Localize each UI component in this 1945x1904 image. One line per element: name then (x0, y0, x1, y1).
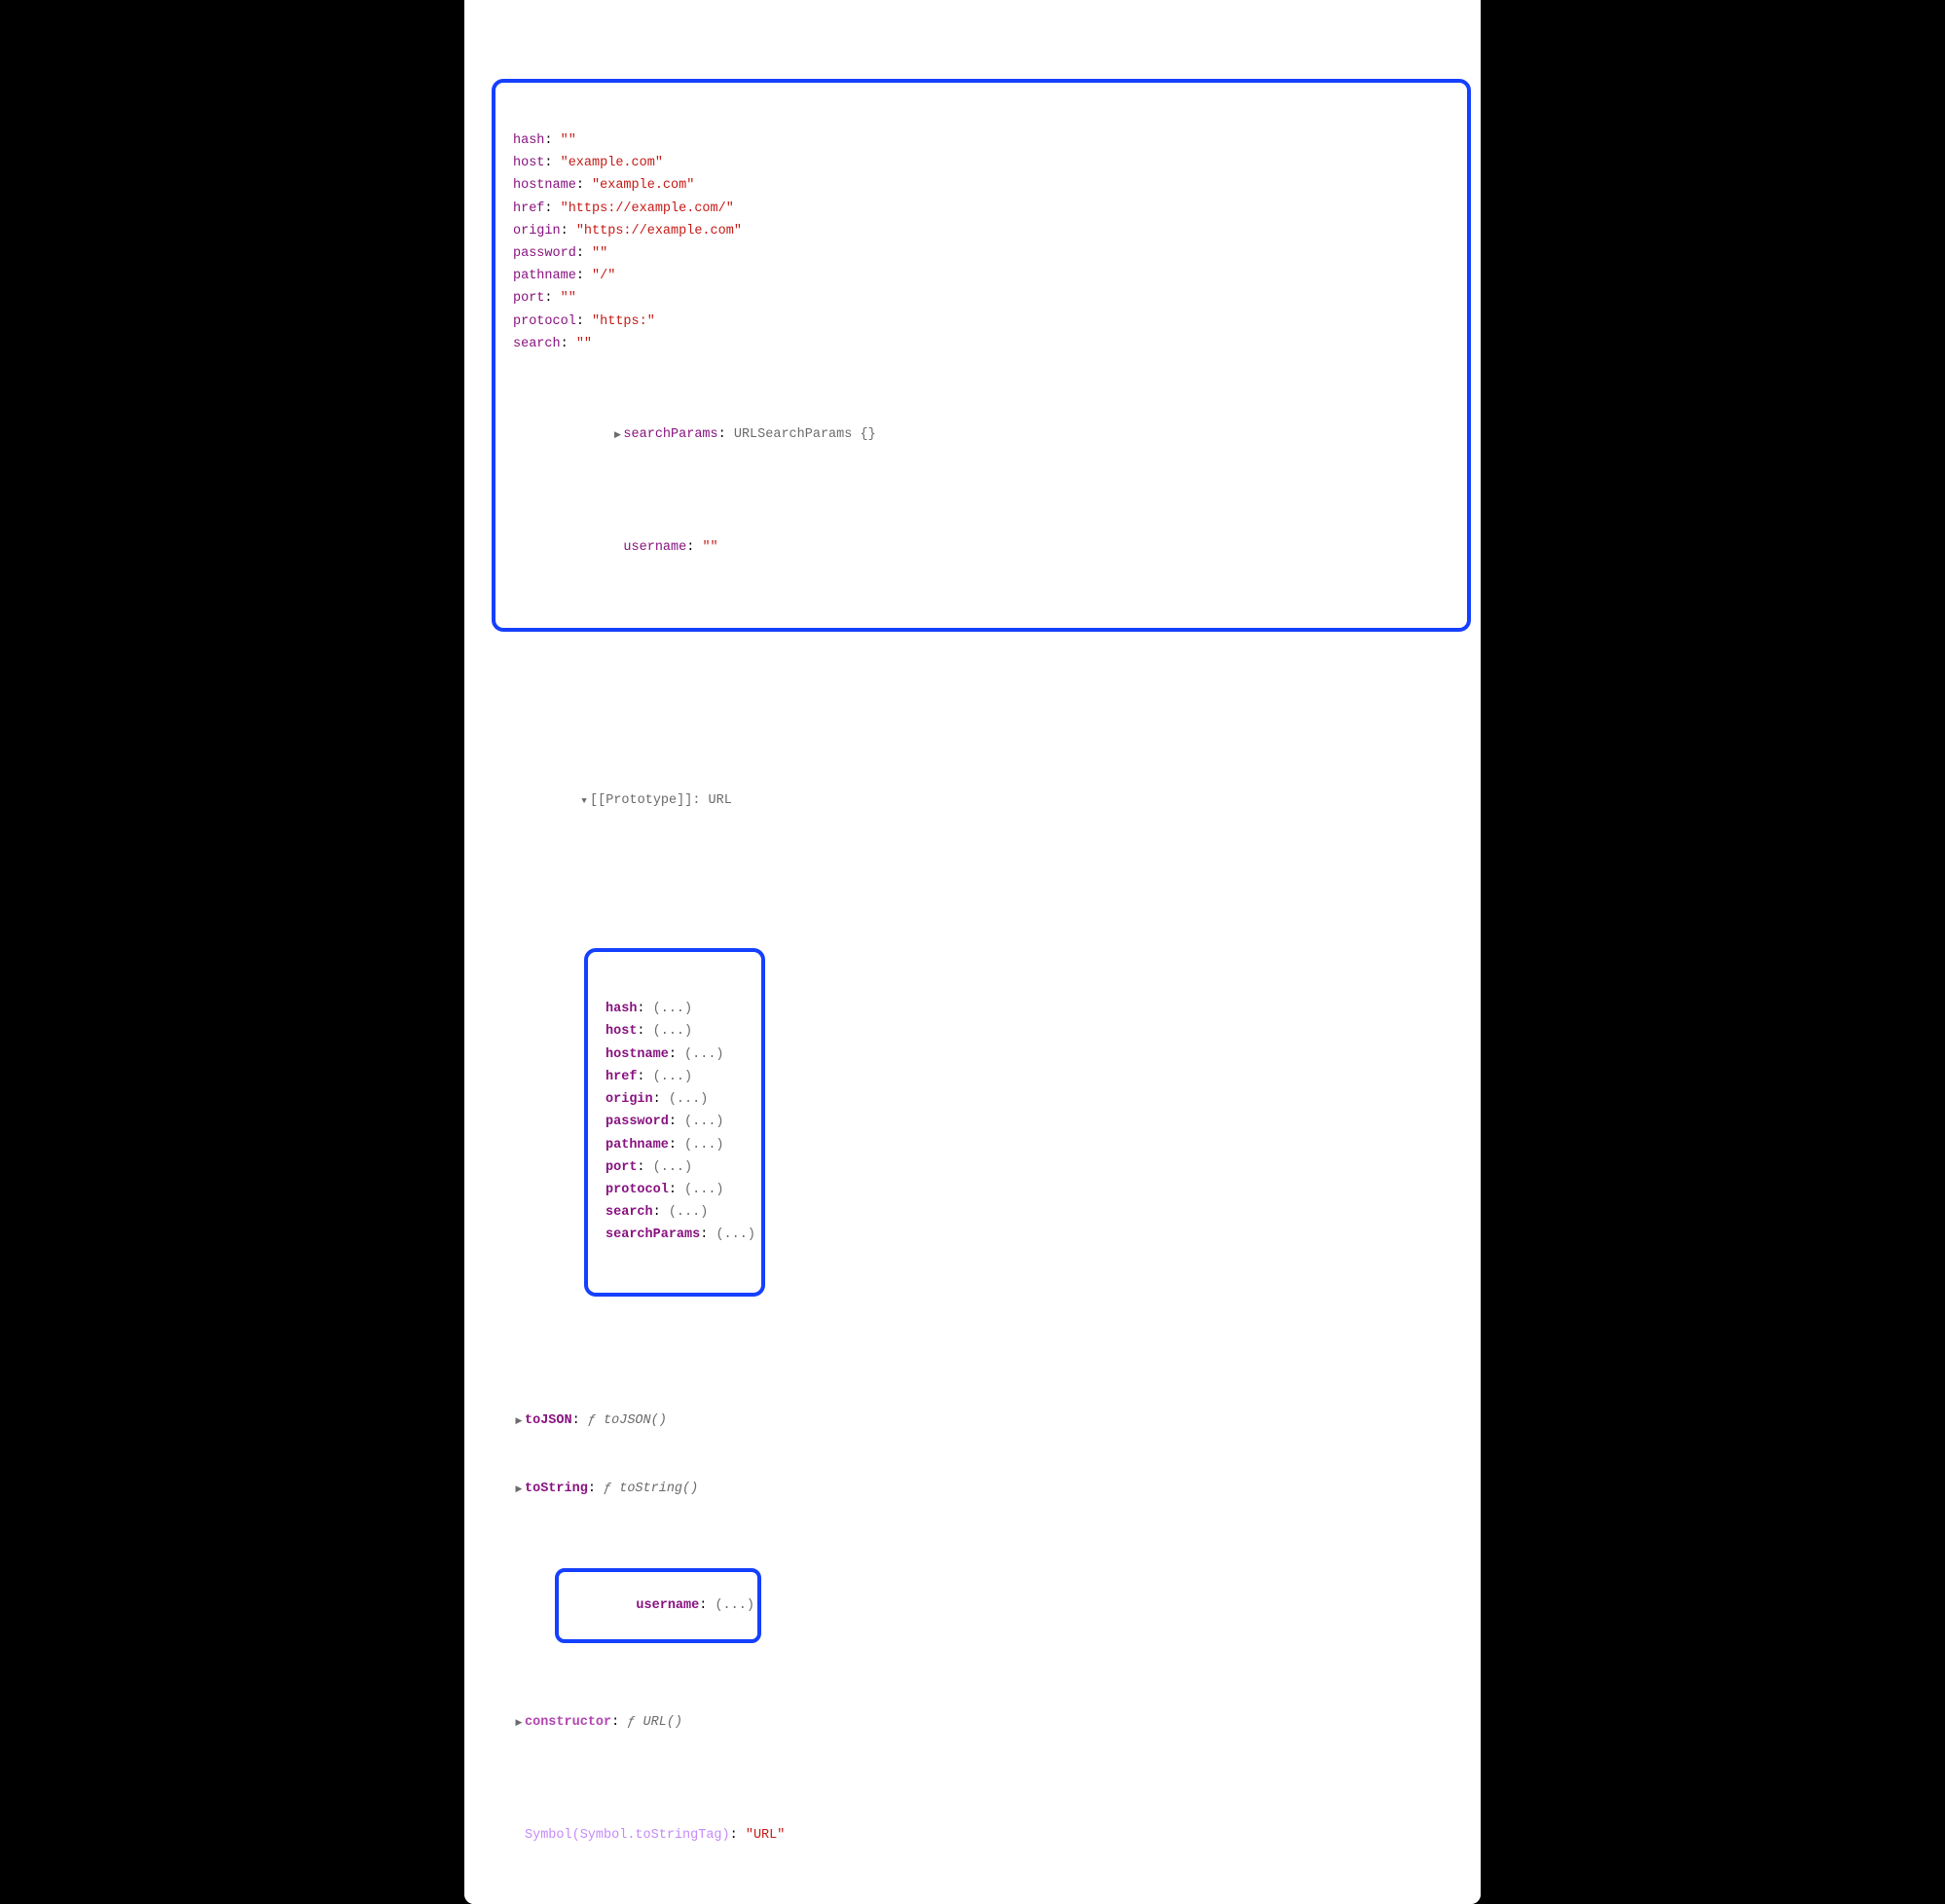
expand-toggle[interactable] (513, 1478, 525, 1500)
proto-getter-row[interactable]: hash: (...) (594, 998, 755, 1020)
proto-constructor[interactable]: constructor: ƒ URL() (513, 1711, 1471, 1734)
expand-toggle[interactable] (611, 423, 623, 446)
own-prop-row[interactable]: host: "example.com" (501, 152, 1461, 174)
proto-getter-row[interactable]: origin: (...) (594, 1088, 755, 1111)
console-output: › url = new URL("https://example.com/") … (464, 0, 1481, 1904)
proto-getter-row[interactable]: password: (...) (594, 1111, 755, 1133)
proto-getter-row[interactable]: host: (...) (594, 1020, 755, 1043)
proto-getter-username[interactable]: username: (...) (624, 1598, 754, 1613)
own-prop-row[interactable]: password: "" (501, 242, 1461, 265)
devtools-window: DevTools - www.google.com/ Elements Cons… (464, 0, 1481, 1904)
proto-getter-row[interactable]: pathname: (...) (594, 1134, 755, 1156)
proto-getter-row[interactable]: protocol: (...) (594, 1179, 755, 1201)
prototype-row[interactable]: [[Prototype]]: URL (464, 722, 1481, 881)
proto-symbol-tostringtag[interactable]: Symbol(Symbol.toStringTag): "URL" (513, 1824, 1471, 1847)
proto-fn-tostring[interactable]: toString: ƒ toString() (513, 1478, 1471, 1500)
highlight-box-own-props: hash: ""host: "example.com"hostname: "ex… (492, 79, 1471, 631)
own-prop-row[interactable]: port: "" (501, 287, 1461, 310)
expand-toggle[interactable] (513, 1711, 525, 1734)
proto-getter-row[interactable]: href: (...) (594, 1066, 755, 1088)
prop-searchparams[interactable]: searchParams: URLSearchParams {} (501, 401, 1461, 469)
own-prop-row[interactable]: hash: "" (501, 129, 1461, 152)
own-prop-row[interactable]: pathname: "/" (501, 265, 1461, 287)
proto-getter-row[interactable]: searchParams: (...) (594, 1224, 755, 1246)
proto-getters-block: hash: (...)host: (...)hostname: (...)hre… (464, 880, 1481, 1365)
proto-getter-row[interactable]: search: (...) (594, 1201, 755, 1224)
proto-getter-row[interactable]: port: (...) (594, 1156, 755, 1179)
proto-getter-row[interactable]: hostname: (...) (594, 1044, 755, 1066)
own-props-block: hash: ""host: "example.com"hostname: "ex… (464, 0, 1481, 722)
highlight-box-proto-getters: hash: (...)host: (...)hostname: (...)hre… (584, 948, 765, 1297)
expand-toggle[interactable] (578, 789, 590, 812)
own-prop-row[interactable]: href: "https://example.com/" (501, 198, 1461, 220)
expand-toggle[interactable] (513, 1410, 525, 1432)
prop-username[interactable]: username: "" (501, 514, 1461, 582)
own-prop-row[interactable]: origin: "https://example.com" (501, 220, 1461, 242)
own-prop-row[interactable]: protocol: "https:" (501, 311, 1461, 333)
highlight-box-username: username: (...) (555, 1568, 761, 1644)
own-prop-row[interactable]: hostname: "example.com" (501, 174, 1461, 197)
own-prop-row[interactable]: search: "" (501, 333, 1461, 355)
proto-fn-tojson[interactable]: toJSON: ƒ toJSON() (513, 1410, 1471, 1432)
